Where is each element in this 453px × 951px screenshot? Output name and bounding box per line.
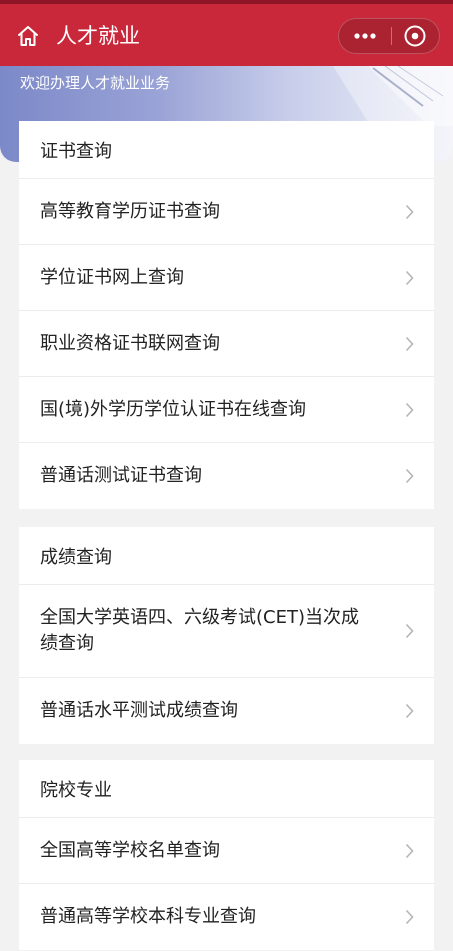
list-item[interactable]: 学位证书网上查询 — [19, 245, 434, 311]
list-item[interactable]: 全国大学英语四、六级考试(CET)当次成绩查询 — [19, 585, 434, 678]
chevron-right-icon — [405, 623, 414, 639]
more-icon[interactable] — [339, 19, 391, 53]
list-item-label: 职业资格证书联网查询 — [40, 332, 220, 354]
section-score-query: 成绩查询 全国大学英语四、六级考试(CET)当次成绩查询 普通话水平测试成绩查询 — [19, 527, 434, 744]
list-item-label: 高等教育学历证书查询 — [40, 200, 220, 222]
section-school-major: 院校专业 全国高等学校名单查询 普通高等学校本科专业查询 — [19, 760, 434, 950]
list-item[interactable]: 国(境)外学历学位认证书在线查询 — [19, 377, 434, 443]
home-icon[interactable] — [16, 24, 40, 48]
list-item-label: 普通话水平测试成绩查询 — [40, 700, 238, 721]
section-title: 成绩查询 — [19, 527, 434, 585]
list-item[interactable]: 职业资格证书联网查询 — [19, 311, 434, 377]
list-item-label: 全国大学英语四、六级考试(CET)当次成绩查询 — [40, 607, 359, 654]
chevron-right-icon — [405, 468, 414, 484]
chevron-right-icon — [405, 909, 414, 925]
list-item-label: 普通话测试证书查询 — [40, 465, 202, 486]
close-target-icon[interactable] — [392, 19, 439, 53]
list-item-label: 普通高等学校本科专业查询 — [40, 906, 256, 927]
mini-program-capsule — [338, 18, 440, 54]
chevron-right-icon — [405, 843, 414, 858]
list-item-label: 国(境)外学历学位认证书在线查询 — [40, 398, 307, 420]
welcome-text: 欢迎办理人才就业业务 — [20, 74, 171, 92]
list-item[interactable]: 高等教育学历证书查询 — [19, 179, 434, 245]
page-title: 人才就业 — [56, 24, 140, 48]
list-item[interactable]: 普通高等学校本科专业查询 — [19, 884, 434, 950]
section-certificate-query: 证书查询 高等教育学历证书查询 学位证书网上查询 职业资格证书联网查询 国(境)… — [19, 121, 434, 509]
section-title: 院校专业 — [19, 760, 434, 818]
section-title: 证书查询 — [19, 121, 434, 179]
chevron-right-icon — [405, 336, 414, 351]
list-item-label: 全国高等学校名单查询 — [40, 839, 220, 861]
list-item[interactable]: 普通话测试证书查询 — [19, 443, 434, 509]
list-item[interactable]: 普通话水平测试成绩查询 — [19, 678, 434, 744]
chevron-right-icon — [405, 270, 414, 285]
list-item-label: 学位证书网上查询 — [40, 266, 184, 288]
chevron-right-icon — [405, 703, 414, 719]
chevron-right-icon — [405, 402, 414, 417]
list-item[interactable]: 全国高等学校名单查询 — [19, 818, 434, 884]
top-bar: 人才就业 — [0, 0, 453, 66]
chevron-right-icon — [405, 204, 414, 219]
